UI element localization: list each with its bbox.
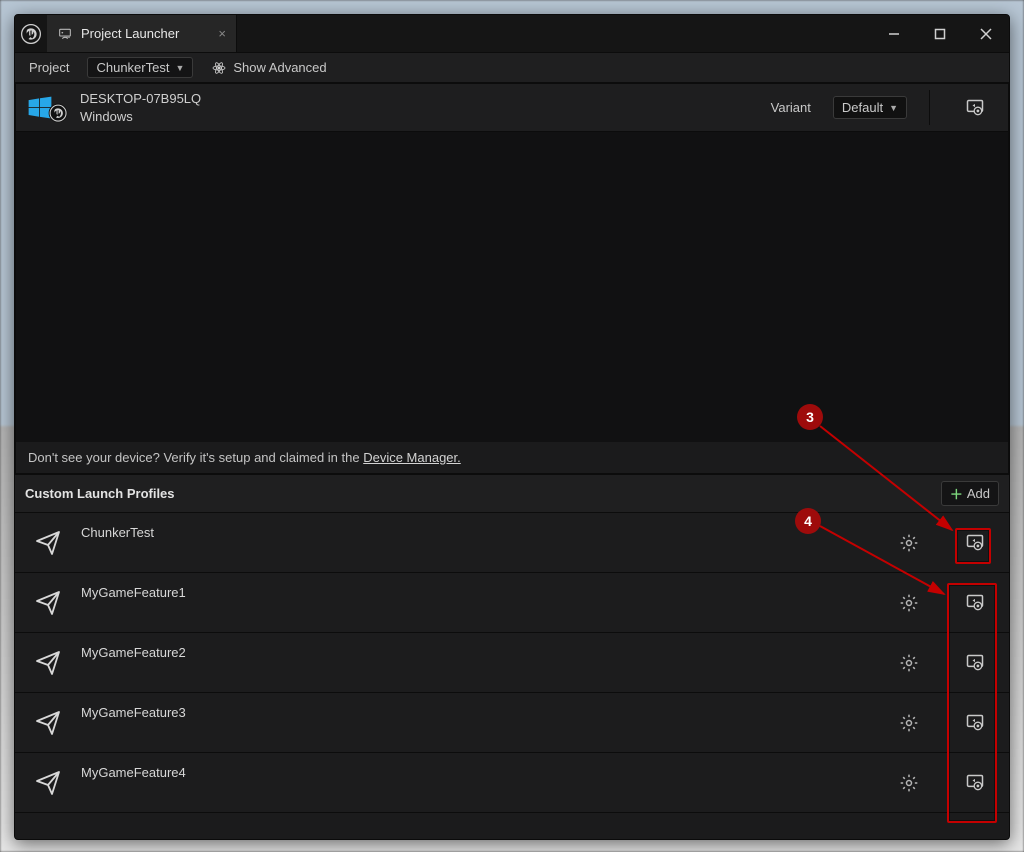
tab-title: Project Launcher (81, 26, 179, 41)
project-launcher-window: Project Launcher × Project ChunkerTest ▼… (14, 14, 1010, 840)
variant-value: Default (842, 100, 883, 115)
show-advanced-label: Show Advanced (233, 60, 326, 75)
chevron-down-icon: ▼ (175, 63, 184, 73)
device-launch-button[interactable] (952, 98, 998, 118)
profile-row[interactable]: MyGameFeature4 (15, 753, 1009, 813)
device-row[interactable]: DESKTOP-07B95LQ Windows Variant Default … (16, 84, 1008, 132)
tab-project-launcher[interactable]: Project Launcher × (47, 15, 237, 52)
profile-row[interactable]: MyGameFeature1 (15, 573, 1009, 633)
close-window-button[interactable] (963, 15, 1009, 52)
profiles-list: ChunkerTest MyGameFeature1 MyGameFeature… (15, 513, 1009, 813)
device-os: Windows (80, 108, 201, 126)
device-list-empty (16, 132, 1008, 442)
show-advanced-button[interactable]: Show Advanced (211, 60, 326, 76)
device-hint: Don't see your device? Verify it's setup… (16, 442, 1008, 473)
profiles-title: Custom Launch Profiles (25, 486, 175, 501)
paper-plane-icon (33, 770, 63, 796)
profile-name: ChunkerTest (81, 525, 867, 540)
device-icons (26, 93, 68, 123)
close-tab-icon[interactable]: × (218, 26, 226, 41)
device-manager-link[interactable]: Device Manager. (363, 450, 461, 465)
plus-icon: ＋ (950, 484, 963, 503)
unreal-small-icon (48, 103, 68, 123)
profile-settings-button[interactable] (885, 533, 933, 553)
profile-launch-button[interactable] (951, 653, 999, 673)
add-profile-button[interactable]: ＋ Add (941, 481, 999, 506)
atom-icon (211, 60, 227, 76)
profile-launch-button[interactable] (951, 713, 999, 733)
toolbar: Project ChunkerTest ▼ Show Advanced (15, 53, 1009, 83)
profiles-header: Custom Launch Profiles ＋ Add (15, 474, 1009, 513)
hint-text: Don't see your device? Verify it's setup… (28, 450, 363, 465)
profile-name: MyGameFeature3 (81, 705, 867, 720)
window-controls (871, 15, 1009, 52)
project-dropdown-value: ChunkerTest (96, 60, 169, 75)
project-label: Project (29, 60, 69, 75)
profile-launch-button[interactable] (951, 593, 999, 613)
profile-row[interactable]: MyGameFeature3 (15, 693, 1009, 753)
controller-icon (57, 26, 73, 42)
profile-launch-button[interactable] (951, 773, 999, 793)
variant-label: Variant (771, 100, 811, 115)
profile-name: MyGameFeature4 (81, 765, 867, 780)
paper-plane-icon (33, 650, 63, 676)
minimize-button[interactable] (871, 15, 917, 52)
project-dropdown[interactable]: ChunkerTest ▼ (87, 57, 193, 78)
device-panel: DESKTOP-07B95LQ Windows Variant Default … (15, 83, 1009, 474)
unreal-logo-icon (15, 15, 47, 52)
paper-plane-icon (33, 590, 63, 616)
variant-dropdown[interactable]: Default ▼ (833, 96, 907, 119)
profile-settings-button[interactable] (885, 653, 933, 673)
device-name: DESKTOP-07B95LQ (80, 90, 201, 108)
profile-row[interactable]: MyGameFeature2 (15, 633, 1009, 693)
profile-settings-button[interactable] (885, 713, 933, 733)
paper-plane-icon (33, 710, 63, 736)
maximize-button[interactable] (917, 15, 963, 52)
profile-launch-button[interactable] (951, 533, 999, 553)
profile-settings-button[interactable] (885, 773, 933, 793)
profile-row[interactable]: ChunkerTest (15, 513, 1009, 573)
paper-plane-icon (33, 530, 63, 556)
profile-name: MyGameFeature1 (81, 585, 867, 600)
profile-settings-button[interactable] (885, 593, 933, 613)
profile-name: MyGameFeature2 (81, 645, 867, 660)
titlebar: Project Launcher × (15, 15, 1009, 53)
chevron-down-icon: ▼ (889, 103, 898, 113)
add-label: Add (967, 486, 990, 501)
